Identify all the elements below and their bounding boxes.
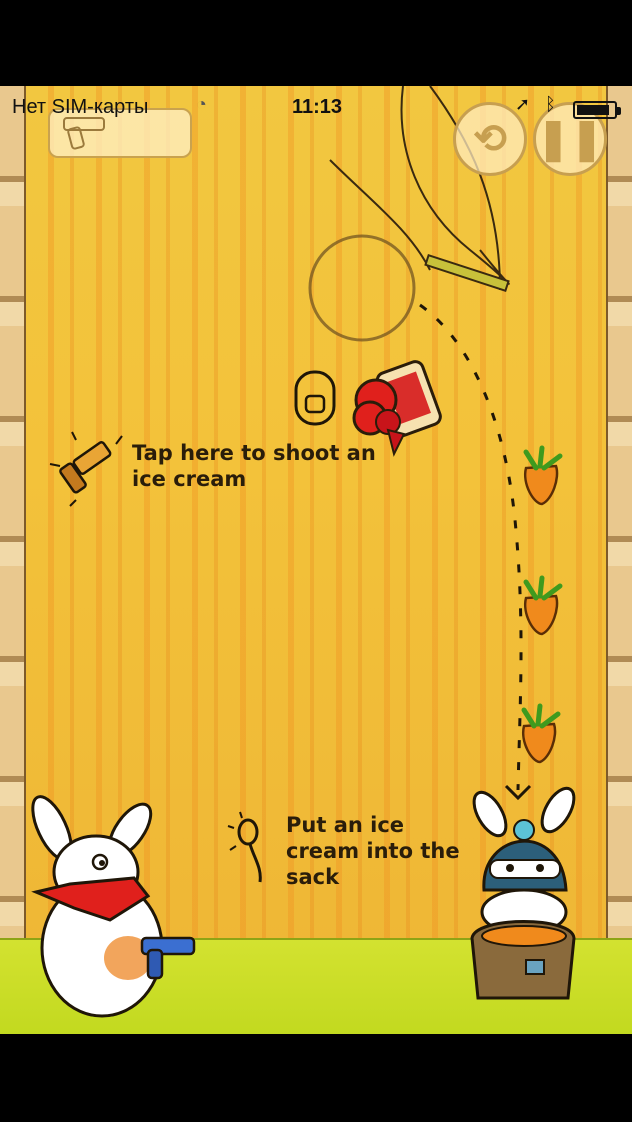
sack-hint-line3: sack xyxy=(286,865,340,889)
thief-bunny xyxy=(470,786,576,1000)
battery-tip xyxy=(617,107,621,115)
shoot-hint-line1: Tap here to shoot an xyxy=(132,441,376,465)
status-bar: Нет SIM-карты ◔ 11:13 ➚ ᛒ xyxy=(0,86,632,130)
carrot-2 xyxy=(523,575,563,636)
wifi-icon: ◔ xyxy=(196,94,207,114)
blue-revolver-icon xyxy=(140,936,196,980)
finger-tap-icon xyxy=(294,370,336,426)
shoot-hint-line2: ice cream xyxy=(132,467,247,491)
revolver-hint-icon xyxy=(49,431,123,507)
trajectory-path xyxy=(419,303,523,791)
bluetooth-icon: ᛒ xyxy=(545,94,556,114)
carrot-1 xyxy=(523,445,563,506)
target-ring xyxy=(308,234,416,342)
game-scene xyxy=(31,85,576,1018)
sack-hint-line2: cream into the xyxy=(286,839,460,863)
sack-hint-line1: Put an ice xyxy=(286,813,405,837)
carrier-label: Нет SIM-карты xyxy=(12,96,149,118)
spoon-hint-icon xyxy=(227,811,262,883)
clock: 11:13 xyxy=(292,96,343,118)
shoot-hint: Tap here to shoot an ice cream xyxy=(132,440,376,492)
battery-icon xyxy=(573,101,621,119)
sack-hint: Put an ice cream into the sack xyxy=(286,812,460,890)
carrot-3 xyxy=(521,703,561,764)
bandit-bunny xyxy=(31,795,196,1018)
battery-fill xyxy=(577,105,610,115)
location-arrow-icon: ➚ xyxy=(515,94,531,114)
